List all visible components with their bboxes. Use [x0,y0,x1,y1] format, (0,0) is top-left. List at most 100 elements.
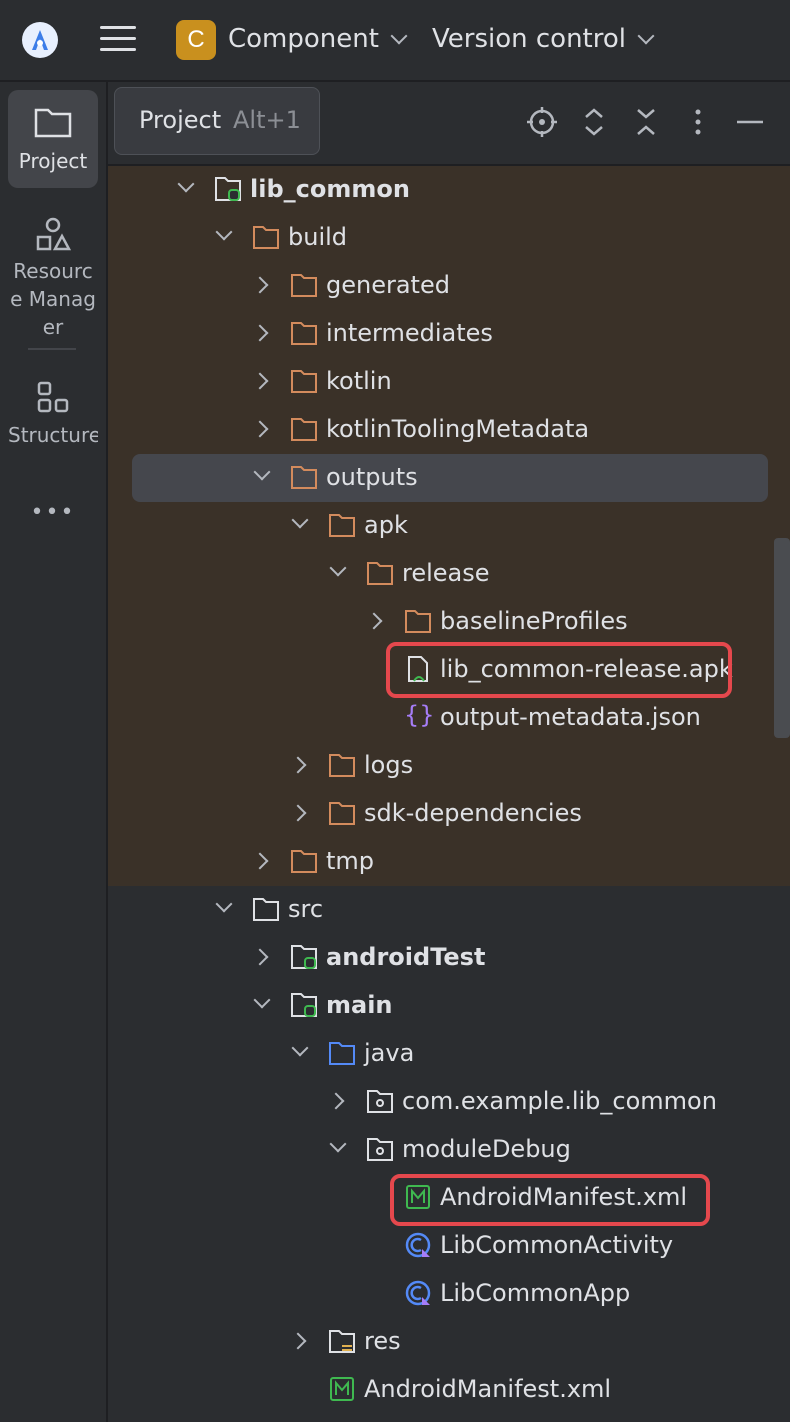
chevron-down-icon[interactable] [177,175,195,193]
chevron-right-icon[interactable] [251,420,269,438]
tree-row-src[interactable]: src [108,886,790,934]
tree-row-java[interactable]: java [108,1030,790,1078]
options-icon[interactable] [682,106,714,138]
tool-window-strip: Project Resource Manager Structure ••• [0,82,108,1422]
project-panel-header: Project Alt+1 [108,82,790,166]
structure-label: Structure [8,423,98,447]
tree-row-main-manifest[interactable]: AndroidManifest.xml [108,1366,790,1414]
tree-row-sdk-dependencies[interactable]: sdk-dependencies [108,790,790,838]
tree-row-package[interactable]: com.example.lib_common [108,1078,790,1126]
tree-row-lib-common-app[interactable]: LibCommonApp [108,1270,790,1318]
tree-row-res[interactable]: res [108,1318,790,1366]
tree-label: release [402,559,490,587]
excluded-folder-icon [291,850,317,873]
more-tools-button[interactable]: ••• [8,500,98,530]
tree-row-kotlin-tooling-metadata[interactable]: kotlinToolingMetadata [108,406,790,454]
structure-tool-button[interactable]: Structure [8,380,98,460]
resource-manager-tool-button[interactable]: Resource Manager [8,216,98,339]
chevron-down-icon [637,27,655,45]
package-folder-icon [367,1138,393,1161]
chevron-right-icon[interactable] [251,852,269,870]
strip-divider [28,348,76,350]
tree-row-intermediates[interactable]: intermediates [108,310,790,358]
tree-row-module-debug[interactable]: moduleDebug [108,1126,790,1174]
folder-icon [253,898,279,921]
excluded-folder-icon [367,562,393,585]
tree-label: outputs [326,463,418,491]
excluded-folder-icon [291,370,317,393]
tree-row-android-test[interactable]: androidTest [108,934,790,982]
version-control-label: Version control [432,24,626,54]
chevron-down-icon[interactable] [329,559,347,577]
tree-row-release[interactable]: release [108,550,790,598]
tree-row-kotlin[interactable]: kotlin [108,358,790,406]
tree-row-lib-common[interactable]: lib_common [108,166,790,214]
chevron-right-icon[interactable] [289,1332,307,1350]
chevron-down-icon[interactable] [215,223,233,241]
manifest-callout-box [390,1174,710,1226]
chevron-right-icon[interactable] [251,372,269,390]
excluded-folder-icon [291,466,317,489]
tree-row-main[interactable]: main [108,982,790,1030]
json-file-icon: {} [404,701,435,729]
tree-row-logs[interactable]: logs [108,742,790,790]
chevron-down-icon[interactable] [291,1039,309,1057]
hide-panel-icon[interactable] [734,106,766,138]
tree-label: java [364,1039,415,1067]
chevron-down-icon[interactable] [253,463,271,481]
tree-row-tmp[interactable]: tmp [108,838,790,886]
chevron-right-icon[interactable] [251,948,269,966]
excluded-folder-icon [291,418,317,441]
chevron-down-icon[interactable] [253,991,271,1009]
resource-manager-label: Resource Manager [10,259,96,339]
package-folder-icon [367,1090,393,1113]
tree-label: AndroidManifest.xml [364,1375,612,1403]
chevron-right-icon[interactable] [289,804,307,822]
excluded-folder-icon [329,754,355,777]
tree-label: LibCommonActivity [440,1231,674,1259]
tree-label: res [364,1327,401,1355]
tree-label: sdk-dependencies [364,799,582,827]
chevron-down-icon[interactable] [215,895,233,913]
version-control-menu[interactable]: Version control [432,24,655,54]
excluded-folder-icon [329,514,355,537]
android-studio-logo-icon[interactable] [22,22,58,58]
tree-label: main [326,991,393,1019]
chevron-down-icon[interactable] [291,511,309,529]
excluded-folder-icon [291,274,317,297]
chevron-right-icon[interactable] [251,324,269,342]
tree-row-output-metadata[interactable]: {} output-metadata.json [108,694,790,742]
project-tool-button[interactable]: Project [8,90,98,188]
excluded-folder-icon [291,322,317,345]
project-view-tab[interactable]: Project Alt+1 [114,87,320,155]
tree-label: src [288,895,324,923]
chevron-right-icon[interactable] [365,612,383,630]
main-menu-icon[interactable] [100,26,136,56]
folder-icon [34,108,72,138]
source-set-folder-icon [291,993,317,1017]
tree-label: androidTest [326,943,486,971]
tree-row-lib-common-activity[interactable]: LibCommonActivity [108,1222,790,1270]
tree-row-apk[interactable]: apk [108,502,790,550]
tree-row-generated[interactable]: generated [108,262,790,310]
tree-label: generated [326,271,450,299]
tree-label: kotlinToolingMetadata [326,415,590,443]
tree-label: LibCommonApp [440,1279,631,1307]
locate-file-icon[interactable] [526,106,558,138]
chevron-right-icon[interactable] [327,1092,345,1110]
expand-all-icon[interactable] [578,106,610,138]
project-selector[interactable]: Component [228,24,408,54]
tree-label: build [288,223,348,251]
collapse-all-icon[interactable] [630,106,662,138]
tree-label: kotlin [326,367,392,395]
tree-row-outputs[interactable]: outputs [132,454,768,502]
chevron-right-icon[interactable] [289,756,307,774]
source-folder-icon [329,1042,355,1065]
chevron-down-icon[interactable] [329,1135,347,1153]
tree-row-baseline-profiles[interactable]: baselineProfiles [108,598,790,646]
tree-row-build[interactable]: build [108,214,790,262]
kotlin-class-icon [405,1280,431,1306]
chevron-right-icon[interactable] [251,276,269,294]
project-badge[interactable]: C [176,20,216,60]
tree-label: lib_common [250,175,410,203]
